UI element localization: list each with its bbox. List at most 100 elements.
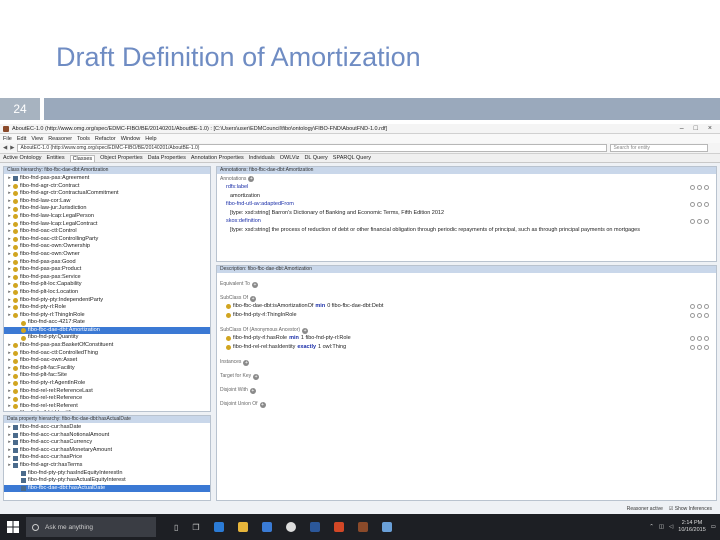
protege-icon[interactable] [357, 522, 368, 532]
annotation-controls[interactable] [690, 219, 713, 224]
volume-icon[interactable]: ◁ [669, 524, 673, 530]
expand-toggle-icon[interactable]: ▸ [6, 274, 13, 282]
expand-toggle-icon[interactable]: ▸ [6, 350, 13, 358]
tab-owlviz[interactable]: OWLViz [280, 155, 300, 161]
tree-item[interactable]: ▸ fibo-fnd-acc-cur:hasPrice [4, 454, 210, 462]
tree-item[interactable]: ▸ fibo-fnd-plt-fac:Facility [4, 365, 210, 373]
tree-item[interactable]: ▸ fibo-fnd-plt-loc:Capability [4, 281, 210, 289]
expand-toggle-icon[interactable]: ▸ [6, 289, 13, 297]
expand-toggle-icon[interactable]: ▸ [6, 410, 13, 411]
expand-toggle-icon[interactable]: ▸ [6, 190, 13, 198]
tree-item[interactable]: ▸ fibo-fnd-pty-pty:IndependentParty [4, 297, 210, 305]
tree-item[interactable]: ▸ fibo-fnd-acc-cur:hasDate [4, 424, 210, 432]
expand-toggle-icon[interactable]: ▸ [6, 236, 13, 244]
axiom-controls[interactable] [690, 313, 713, 318]
tree-item[interactable]: ▸ fibo-fnd-oac-ctl:ControllingParty [4, 236, 210, 244]
tree-item[interactable]: ▸ fibo-fnd-plt-fac:Site [4, 372, 210, 380]
mic-icon[interactable]: ▯ [174, 523, 178, 532]
search-input[interactable]: Search for entity [610, 144, 709, 152]
tree-item[interactable]: ▸ fibo-fnd-acc-cur:hasCurrency [4, 439, 210, 447]
menu-item-edit[interactable]: Edit [17, 136, 26, 142]
tree-item[interactable]: ▸ fibo-fnd-pty-rl:Role [4, 304, 210, 312]
tree-item[interactable]: fibo-fnd-pty-pty:hasActualEquityInterest [4, 477, 210, 485]
edge-icon[interactable] [213, 522, 224, 532]
ontology-address-field[interactable]: AboutEC-1.0 (http://www.omg.org/spec/EDM… [17, 144, 608, 152]
store-icon[interactable] [261, 522, 272, 532]
back-icon[interactable]: ◀ [3, 145, 7, 151]
add-disjoint-union-of-icon[interactable]: + [259, 402, 266, 408]
tree-item[interactable]: ▸ fibo-fnd-law-lcap:LegalContract [4, 221, 210, 229]
chrome-icon[interactable] [285, 522, 296, 532]
axiom-row[interactable]: fibo-fnd-rel-rel:hasIdentity exactly 1 owl… [220, 343, 713, 352]
tree-item[interactable]: ▸ fibo-fnd-agr-ctr:hasTerms [4, 462, 210, 470]
expand-toggle-icon[interactable]: ▸ [6, 403, 13, 411]
tab-data-properties[interactable]: Data Properties [148, 155, 186, 161]
add-disjoint-with-icon[interactable]: + [249, 388, 256, 394]
expand-toggle-icon[interactable]: ▸ [6, 251, 13, 259]
expand-toggle-icon[interactable]: ▸ [6, 365, 13, 373]
tree-item[interactable]: ▸ fibo-fnd-oac-ctl:ControlledThing [4, 350, 210, 358]
file-explorer-icon[interactable] [237, 522, 248, 532]
task-view-icon[interactable]: ❐ [192, 523, 199, 532]
tree-item[interactable]: ▸ fibo-fnd-oac-ctl:Control [4, 228, 210, 236]
tray-up-icon[interactable]: ⌃ [649, 524, 654, 530]
expand-toggle-icon[interactable]: ▸ [6, 198, 13, 206]
forward-icon[interactable]: ▶ [10, 145, 14, 151]
clock[interactable]: 2:14 PM 10/16/2015 [678, 520, 706, 534]
expand-toggle-icon[interactable]: ▸ [6, 297, 13, 305]
expand-toggle-icon[interactable]: ▸ [6, 447, 13, 455]
expand-toggle-icon[interactable]: ▸ [6, 221, 13, 229]
expand-toggle-icon[interactable]: ▸ [6, 462, 13, 470]
tree-item[interactable]: fibo-fnd-pty:Quantity [4, 334, 210, 342]
axiom-controls[interactable] [690, 336, 713, 341]
tree-item[interactable]: ▸ fibo-fnd-oac-own:Owner [4, 251, 210, 259]
expand-toggle-icon[interactable]: ▸ [6, 312, 13, 320]
tree-item[interactable]: ▸ fibo-fnd-pas-pas:Good [4, 259, 210, 267]
tree-item[interactable]: ▸ fibo-fnd-pas-pas:Agreement [4, 175, 210, 183]
expand-toggle-icon[interactable]: ▸ [6, 228, 13, 236]
expand-toggle-icon[interactable]: ▸ [6, 372, 13, 380]
maximize-button[interactable]: □ [694, 125, 698, 132]
expand-toggle-icon[interactable]: ▸ [6, 266, 13, 274]
axiom-controls[interactable] [690, 345, 713, 350]
menu-item-view[interactable]: View [31, 136, 43, 142]
menu-item-help[interactable]: Help [145, 136, 156, 142]
tab-object-properties[interactable]: Object Properties [100, 155, 143, 161]
expand-toggle-icon[interactable]: ▸ [6, 183, 13, 191]
expand-toggle-icon[interactable]: ▸ [6, 342, 13, 350]
expand-toggle-icon[interactable]: ▸ [6, 454, 13, 462]
menu-item-refactor[interactable]: Refactor [95, 136, 116, 142]
axiom-row[interactable]: fibo-fnd-pty-rl:ThingInRole [220, 311, 713, 320]
axiom-row[interactable]: fibo-fnd-pty-rl:hasRole min 1 fibo-fnd-pty… [220, 334, 713, 343]
add-annotation-icon[interactable]: + [248, 176, 255, 182]
tree-item[interactable]: fibo-fbc-dae-dbt:hasActualDate [4, 484, 210, 493]
expand-toggle-icon[interactable]: ▸ [6, 259, 13, 267]
tab-sparql-query[interactable]: SPARQL Query [333, 155, 371, 161]
tree-item[interactable]: ▸ fibo-fnd-acc-cur:hasNotionalAmount [4, 432, 210, 440]
expand-toggle-icon[interactable]: ▸ [6, 388, 13, 396]
tree-item[interactable]: ▸ fibo-fnd-law-cor:Law [4, 198, 210, 206]
tree-item[interactable]: ▸ fibo-fnd-rel-rel:ReferenceLast [4, 388, 210, 396]
tree-item[interactable]: ▸ fibo-fnd-utl-bt:Identifier [4, 410, 210, 411]
expand-toggle-icon[interactable]: ▸ [6, 439, 13, 447]
tree-item[interactable]: fibo-fnd-acc-4217:Rate [4, 319, 210, 327]
app-icon-extra[interactable] [381, 522, 392, 532]
tree-item[interactable]: fibo-fnd-pty-pty:hasIndEquityInterestIn [4, 470, 210, 478]
menu-item-reasoner[interactable]: Reasoner [48, 136, 72, 142]
annotation-controls[interactable] [690, 202, 713, 207]
tree-item[interactable]: ▸ fibo-fnd-agr-ctr:Contract [4, 183, 210, 191]
tree-item[interactable]: ▸ fibo-fnd-law-jur:Jurisdiction [4, 205, 210, 213]
expand-toggle-icon[interactable]: ▸ [6, 304, 13, 312]
powerpoint-icon[interactable] [333, 522, 344, 532]
start-button[interactable] [0, 514, 26, 540]
tab-annotation-properties[interactable]: Annotation Properties [191, 155, 244, 161]
expand-toggle-icon[interactable]: ▸ [6, 424, 13, 432]
menu-item-file[interactable]: File [3, 136, 12, 142]
menu-item-window[interactable]: Window [121, 136, 141, 142]
tree-item[interactable]: ▸ fibo-fnd-plt-loc:Location [4, 289, 210, 297]
expand-toggle-icon[interactable]: ▸ [6, 395, 13, 403]
tree-item[interactable]: ▸ fibo-fnd-pty-rl:AgentInRole [4, 380, 210, 388]
expand-toggle-icon[interactable]: ▸ [6, 380, 13, 388]
tree-item[interactable]: ▸ fibo-fnd-oac-own:Asset [4, 357, 210, 365]
menu-item-tools[interactable]: Tools [77, 136, 90, 142]
